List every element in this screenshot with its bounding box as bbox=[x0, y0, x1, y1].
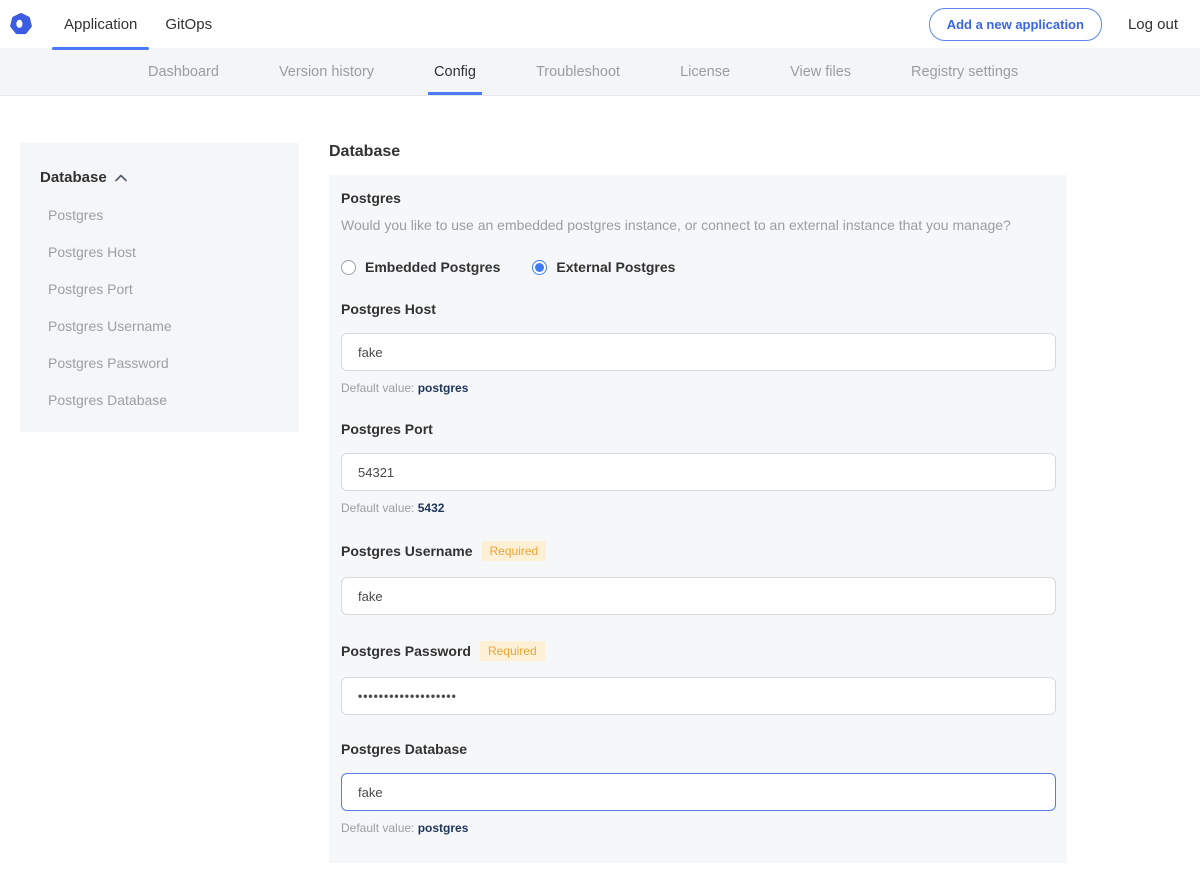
radio-external-postgres-label: External Postgres bbox=[556, 259, 675, 275]
app-subnav: Dashboard Version history Config Trouble… bbox=[0, 48, 1200, 96]
tab-application[interactable]: Application bbox=[50, 0, 151, 48]
subnav-config-label: Config bbox=[434, 64, 476, 80]
postgres-username-label: Postgres Username bbox=[341, 543, 473, 559]
config-group-title: Database bbox=[329, 143, 1067, 161]
tab-gitops[interactable]: GitOps bbox=[151, 0, 226, 48]
default-value: postgres bbox=[418, 821, 469, 835]
sidebar-item-postgres-host[interactable]: Postgres Host bbox=[40, 244, 279, 260]
postgres-section-help: Would you like to use an embedded postgr… bbox=[341, 217, 1056, 233]
postgres-database-default: Default value: postgres bbox=[341, 821, 1056, 835]
sidebar-item-postgres-password[interactable]: Postgres Password bbox=[40, 355, 279, 371]
postgres-port-input[interactable] bbox=[341, 453, 1056, 491]
radio-unselected-icon[interactable] bbox=[341, 260, 356, 275]
subnav-view-files[interactable]: View files bbox=[790, 48, 851, 95]
config-main: Database Postgres Would you like to use … bbox=[329, 143, 1067, 863]
app-logo-icon bbox=[10, 13, 32, 35]
subnav-dashboard-label: Dashboard bbox=[148, 64, 219, 80]
subnav-license-label: License bbox=[680, 64, 730, 80]
postgres-username-input[interactable] bbox=[341, 577, 1056, 615]
app-logo[interactable] bbox=[0, 0, 50, 48]
subnav-view-files-label: View files bbox=[790, 64, 851, 80]
postgres-password-label: Postgres Password bbox=[341, 643, 471, 659]
tab-gitops-label: GitOps bbox=[165, 16, 212, 33]
postgres-section-label: Postgres bbox=[341, 190, 1056, 206]
required-badge: Required bbox=[482, 541, 547, 561]
postgres-database-input[interactable] bbox=[341, 773, 1056, 811]
content-area: Database Postgres Postgres Host Postgres… bbox=[0, 96, 1200, 863]
postgres-host-label: Postgres Host bbox=[341, 301, 436, 317]
logout-link[interactable]: Log out bbox=[1128, 16, 1178, 33]
subnav-registry-settings[interactable]: Registry settings bbox=[911, 48, 1018, 95]
default-value: 5432 bbox=[418, 501, 445, 515]
radio-embedded-postgres-label: Embedded Postgres bbox=[365, 259, 500, 275]
radio-external-postgres[interactable]: External Postgres bbox=[532, 259, 675, 275]
chevron-up-icon bbox=[115, 174, 127, 182]
default-prefix: Default value: bbox=[341, 381, 418, 395]
postgres-database-label: Postgres Database bbox=[341, 741, 467, 757]
postgres-password-input[interactable] bbox=[341, 677, 1056, 715]
top-bar-right: Add a new application Log out bbox=[929, 0, 1200, 48]
top-tabs: Application GitOps bbox=[50, 0, 226, 48]
sidebar-group-database-label: Database bbox=[40, 169, 107, 186]
field-postgres-host: Postgres Host Default value: postgres bbox=[341, 301, 1056, 395]
postgres-port-label: Postgres Port bbox=[341, 421, 433, 437]
default-prefix: Default value: bbox=[341, 501, 418, 515]
required-badge: Required bbox=[480, 641, 545, 661]
config-sidebar: Database Postgres Postgres Host Postgres… bbox=[20, 143, 299, 432]
field-postgres-database: Postgres Database Default value: postgre… bbox=[341, 741, 1056, 835]
subnav-registry-settings-label: Registry settings bbox=[911, 64, 1018, 80]
field-postgres-username: Postgres Username Required bbox=[341, 541, 1056, 615]
postgres-port-default: Default value: 5432 bbox=[341, 501, 1056, 515]
subnav-troubleshoot-label: Troubleshoot bbox=[536, 64, 620, 80]
sidebar-item-postgres-port[interactable]: Postgres Port bbox=[40, 281, 279, 297]
field-postgres-password: Postgres Password Required bbox=[341, 641, 1056, 715]
sidebar-item-postgres-username[interactable]: Postgres Username bbox=[40, 318, 279, 334]
tab-application-label: Application bbox=[64, 16, 137, 33]
add-new-application-button[interactable]: Add a new application bbox=[929, 8, 1102, 41]
field-postgres-port: Postgres Port Default value: 5432 bbox=[341, 421, 1056, 515]
postgres-host-input[interactable] bbox=[341, 333, 1056, 371]
postgres-mode-radio-group: Embedded Postgres External Postgres bbox=[341, 259, 1056, 275]
sidebar-group-database[interactable]: Database bbox=[40, 169, 279, 186]
sidebar-item-postgres-database[interactable]: Postgres Database bbox=[40, 392, 279, 408]
postgres-host-default: Default value: postgres bbox=[341, 381, 1056, 395]
subnav-dashboard[interactable]: Dashboard bbox=[148, 48, 219, 95]
default-prefix: Default value: bbox=[341, 821, 418, 835]
radio-selected-icon[interactable] bbox=[532, 260, 547, 275]
subnav-license[interactable]: License bbox=[680, 48, 730, 95]
radio-embedded-postgres[interactable]: Embedded Postgres bbox=[341, 259, 500, 275]
subnav-version-history-label: Version history bbox=[279, 64, 374, 80]
subnav-version-history[interactable]: Version history bbox=[279, 48, 374, 95]
top-bar: Application GitOps Add a new application… bbox=[0, 0, 1200, 48]
subnav-config[interactable]: Config bbox=[434, 48, 476, 95]
default-value: postgres bbox=[418, 381, 469, 395]
sidebar-item-postgres[interactable]: Postgres bbox=[40, 207, 279, 223]
config-panel: Postgres Would you like to use an embedd… bbox=[329, 175, 1067, 863]
subnav-troubleshoot[interactable]: Troubleshoot bbox=[536, 48, 620, 95]
